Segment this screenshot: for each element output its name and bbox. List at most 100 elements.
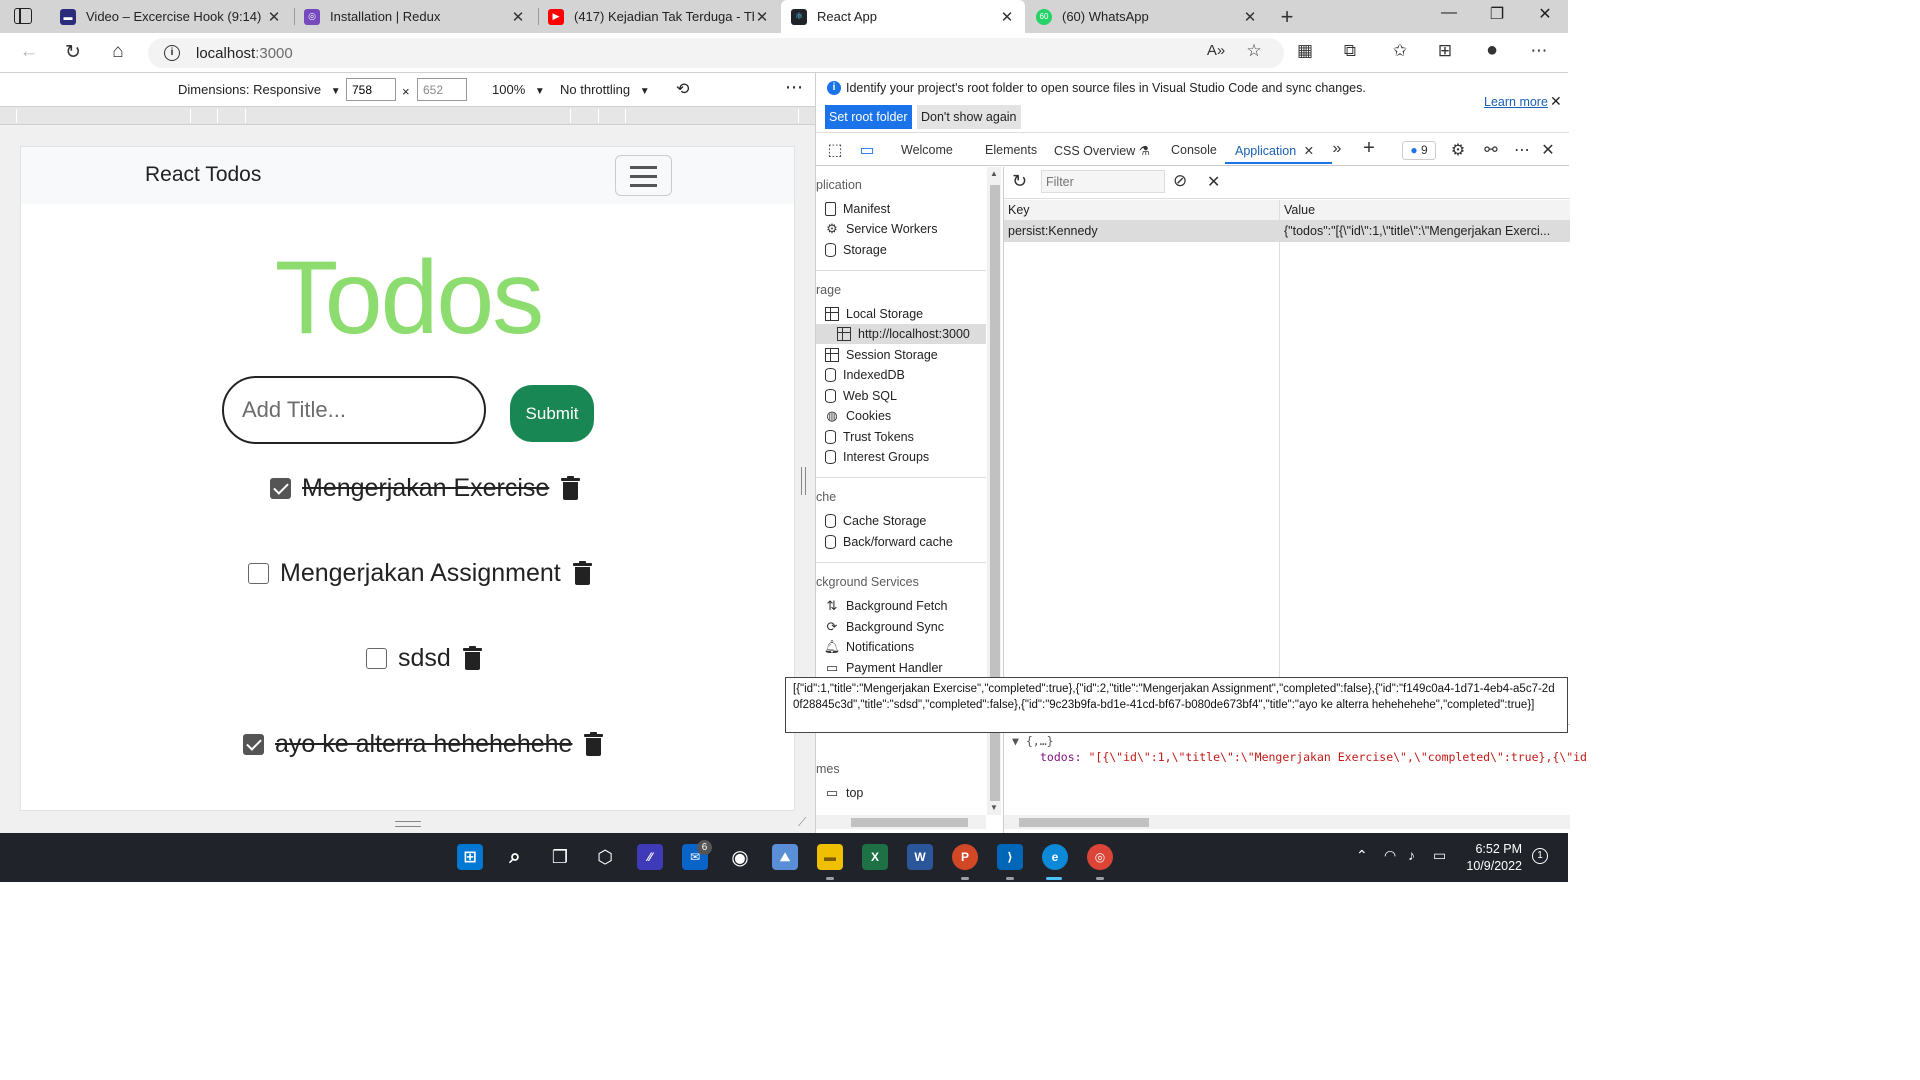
unity-app-icon[interactable]: ⬡	[592, 844, 618, 870]
photo-app-icon[interactable]: ⁄⁄	[637, 844, 663, 870]
add-tab-icon[interactable]: +	[1358, 137, 1380, 160]
device-more-icon[interactable]: ⋯	[785, 77, 803, 98]
dimensions-dropdown[interactable]: Dimensions: Responsive ▼	[178, 82, 341, 97]
todo-checkbox[interactable]	[366, 647, 387, 669]
wifi-icon[interactable]: ◠	[1384, 847, 1396, 864]
trash-icon[interactable]	[561, 476, 581, 500]
table-row[interactable]: persist:Kennedy {"todos":"[{\"id\":1,\"t…	[1004, 221, 1570, 242]
sidebar-item-session-storage[interactable]: Session Storage	[825, 345, 938, 365]
sidebar-item-service-workers[interactable]: ⚙ Service Workers	[825, 219, 937, 239]
media-player-icon[interactable]: ◉	[727, 844, 753, 870]
main-hscrollbar[interactable]	[1004, 815, 1570, 829]
navbar-brand[interactable]: React Todos	[145, 163, 261, 187]
sidebar-item-background-sync[interactable]: ⟳ Background Sync	[825, 617, 944, 637]
clear-all-icon[interactable]: ⊘	[1173, 171, 1187, 191]
close-window-button[interactable]: ✕	[1522, 4, 1568, 24]
restore-window-button[interactable]: ❐	[1474, 4, 1520, 24]
add-title-input[interactable]	[222, 376, 486, 444]
rotate-icon[interactable]: ⟲	[676, 79, 689, 99]
tab-console[interactable]: Console	[1171, 143, 1217, 157]
navbar-toggler-button[interactable]	[615, 155, 672, 196]
refresh-icon[interactable]: ↻	[1012, 171, 1027, 192]
resize-corner-icon[interactable]: ⟋	[798, 815, 806, 830]
trash-icon[interactable]	[462, 646, 482, 670]
section-background-services[interactable]: ckground Services	[816, 575, 919, 589]
settings-gear-icon[interactable]: ⚙	[1447, 140, 1469, 160]
sidebar-item-background-fetch[interactable]: ⇅ Background Fetch	[825, 596, 948, 616]
section-application[interactable]: plication	[816, 178, 862, 192]
height-input[interactable]	[417, 78, 467, 101]
close-icon[interactable]: ✕	[1550, 93, 1562, 110]
windows-start-icon[interactable]: ⊞	[457, 844, 483, 870]
powerpoint-icon[interactable]: P	[952, 844, 978, 870]
scroll-thumb[interactable]	[851, 818, 968, 827]
todo-checkbox[interactable]	[248, 562, 269, 584]
submit-button[interactable]: Submit	[510, 385, 594, 442]
word-icon[interactable]: W	[907, 844, 933, 870]
set-root-folder-button[interactable]: Set root folder	[825, 105, 912, 129]
close-tab-icon[interactable]: ✕	[1242, 8, 1258, 26]
dont-show-again-button[interactable]: Don't show again	[917, 105, 1021, 129]
sidebar-item-local-storage[interactable]: Local Storage	[825, 304, 923, 324]
tab-elements[interactable]: Elements	[985, 143, 1037, 157]
scroll-up-icon[interactable]: ▲	[990, 169, 998, 178]
trash-icon[interactable]	[584, 732, 604, 756]
learn-more-link[interactable]: Learn more	[1484, 95, 1548, 109]
resize-handle-right[interactable]	[801, 467, 806, 495]
collections-icon[interactable]: ⊞	[1433, 41, 1457, 61]
close-devtools-icon[interactable]: ✕	[1537, 140, 1559, 160]
tab-actions-icon[interactable]	[14, 8, 32, 24]
chrome-icon[interactable]: ◎	[1087, 844, 1113, 870]
profile-avatar-icon[interactable]: ●	[1480, 39, 1504, 62]
more-tabs-icon[interactable]: »	[1326, 140, 1348, 158]
refresh-icon[interactable]: ↻	[60, 41, 86, 64]
edge-icon[interactable]: e	[1042, 844, 1068, 870]
sidebar-item-cookies[interactable]: ◍ Cookies	[825, 406, 891, 426]
add-favorite-icon[interactable]: ☆	[1242, 41, 1266, 61]
tab-css-overview[interactable]: CSS Overview ⚗	[1054, 143, 1150, 158]
sidebar-item-interest-groups[interactable]: Interest Groups	[825, 447, 929, 467]
tray-chevron-icon[interactable]: ⌃	[1356, 847, 1368, 864]
tab-youtube[interactable]: ▶ (417) Kejadian Tak Terduga - The ✕	[538, 0, 780, 33]
close-tab-icon[interactable]: ✕	[510, 8, 526, 26]
photos-icon[interactable]: ⛰	[772, 844, 798, 870]
sidebar-item-web-sql[interactable]: Web SQL	[825, 386, 897, 406]
sidebar-item-localhost-origin[interactable]: http://localhost:3000	[816, 324, 986, 344]
device-toolbar-icon[interactable]: ▭	[856, 140, 878, 160]
expand-triangle-icon[interactable]: ▼	[1012, 734, 1019, 748]
battery-icon[interactable]: ▭	[1433, 847, 1446, 864]
sidebar-item-manifest[interactable]: Manifest	[825, 199, 890, 219]
home-icon[interactable]: ⌂	[105, 41, 131, 63]
trash-icon[interactable]	[572, 561, 592, 585]
media-query-ruler[interactable]	[0, 106, 815, 125]
notification-center-badge[interactable]: 1	[1532, 848, 1548, 864]
sidebar-hscrollbar[interactable]	[816, 815, 986, 829]
tab-react-app[interactable]: ⚛ React App ✕	[781, 0, 1025, 33]
minimize-window-button[interactable]: —	[1426, 4, 1472, 22]
zoom-dropdown[interactable]: 100% ▼	[492, 82, 545, 97]
sidebar-item-back-forward-cache[interactable]: Back/forward cache	[825, 532, 953, 552]
sidebar-item-cache-storage[interactable]: Cache Storage	[825, 511, 926, 531]
more-menu-icon[interactable]: ⋯	[1527, 41, 1551, 61]
todo-checkbox[interactable]	[270, 477, 291, 499]
sidebar-item-top-frame[interactable]: ▭ top	[825, 783, 864, 803]
vscode-icon[interactable]: ⟩	[997, 844, 1023, 870]
file-explorer-icon[interactable]: ▬	[817, 844, 843, 870]
new-tab-button[interactable]: +	[1276, 4, 1298, 30]
site-info-icon[interactable]: i	[164, 45, 180, 61]
sidebar-item-trust-tokens[interactable]: Trust Tokens	[825, 427, 914, 447]
customize-icon[interactable]: ⚯	[1480, 140, 1502, 160]
value-column-header[interactable]: Value	[1284, 203, 1315, 217]
volume-icon[interactable]: ♪	[1408, 847, 1415, 863]
close-icon[interactable]: ✕	[1304, 144, 1314, 158]
issues-counter[interactable]: ● 9	[1402, 141, 1436, 160]
extensions-icon[interactable]: ⧉	[1338, 41, 1362, 61]
task-view-icon[interactable]: ❐	[547, 844, 573, 870]
favorites-icon[interactable]: ✩	[1388, 41, 1412, 61]
delete-selected-icon[interactable]: ✕	[1207, 172, 1220, 192]
tab-video-exercise[interactable]: ▬ Video – Excercise Hook (9:14) ✕	[50, 0, 292, 33]
back-icon[interactable]: ←	[16, 41, 42, 63]
tab-welcome[interactable]: Welcome	[901, 143, 953, 157]
devtools-more-icon[interactable]: ⋯	[1511, 140, 1533, 160]
search-icon[interactable]: ⌕	[502, 844, 528, 870]
